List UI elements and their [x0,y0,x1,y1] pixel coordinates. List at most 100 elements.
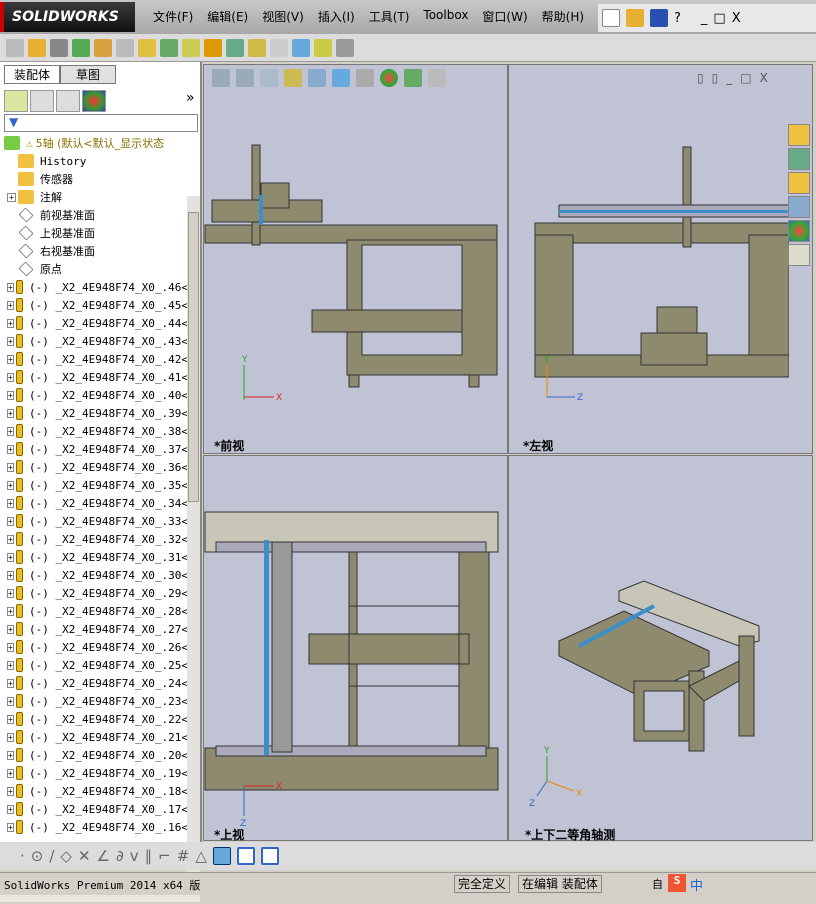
toolbar-tool-icon[interactable] [160,38,178,57]
component-item[interactable]: + (-) _X2_4E948F74_X0_.37< [2,440,188,458]
link-views-icon[interactable]: ▯ [697,71,704,85]
expand-icon[interactable]: + [7,498,14,508]
close-button[interactable]: X [760,71,768,85]
expand-icon[interactable]: + [7,516,14,526]
expand-icon[interactable]: + [7,480,14,490]
expand-icon[interactable]: + [7,570,14,580]
solidworks-logo[interactable]: SOLIDWORKS [0,2,135,32]
component-item[interactable]: + (-) _X2_4E948F74_X0_.39< [2,404,188,422]
restore-button[interactable]: □ [740,71,751,85]
component-item[interactable]: + (-) _X2_4E948F74_X0_.16< [2,818,188,836]
tree-item[interactable]: 右视基准面 [2,242,188,260]
toolbar-tool-icon[interactable] [292,38,310,57]
tree-item[interactable]: 前视基准面 [2,206,188,224]
menu-item[interactable]: 帮助(H) [535,8,591,25]
menu-item[interactable]: 视图(V) [255,8,311,25]
fillet-icon[interactable]: ∂ [116,847,124,865]
toolbar-tool-icon[interactable] [182,38,200,57]
component-item[interactable]: + (-) _X2_4E948F74_X0_.35< [2,476,188,494]
toolbar-tool-icon[interactable] [6,38,24,57]
toolbar-tool-icon[interactable] [248,38,266,57]
units-status[interactable]: 自 [652,876,663,892]
component-item[interactable]: + (-) _X2_4E948F74_X0_.20< [2,746,188,764]
viewport-isometric[interactable]: Y X Z *上下二等角轴测 [508,455,813,842]
tree-item[interactable]: 上视基准面 [2,224,188,242]
four-view-icon[interactable] [260,847,279,865]
expand-icon[interactable]: + [7,336,14,346]
angle-icon[interactable]: ∠ [97,847,110,865]
configuration-manager-icon[interactable] [56,90,80,112]
feature-manager-icon[interactable] [4,90,28,112]
expand-icon[interactable]: + [7,732,14,742]
viewport-top[interactable]: ZX *上视 [203,455,508,842]
expand-icon[interactable]: + [7,624,14,634]
expand-icon[interactable]: + [7,354,14,364]
component-item[interactable]: + (-) _X2_4E948F74_X0_.38< [2,422,188,440]
expand-icon[interactable]: + [7,192,16,202]
toolbar-tool-icon[interactable] [50,38,68,57]
help-icon[interactable]: ? [674,11,681,26]
toolbar-tool-icon[interactable] [226,38,244,57]
component-item[interactable]: + (-) _X2_4E948F74_X0_.17< [2,800,188,818]
component-item[interactable]: + (-) _X2_4E948F74_X0_.41< [2,368,188,386]
component-item[interactable]: + (-) _X2_4E948F74_X0_.44< [2,314,188,332]
expand-icon[interactable]: + [7,660,14,670]
appearances-icon[interactable] [788,220,810,242]
component-item[interactable]: + (-) _X2_4E948F74_X0_.36< [2,458,188,476]
tree-filter-input[interactable]: ▼ [4,114,198,132]
expand-icon[interactable]: + [7,804,14,814]
toolbar-tool-icon[interactable] [336,38,354,57]
expand-icon[interactable]: + [7,588,14,598]
menu-item[interactable]: 插入(I) [311,8,362,25]
tree-item[interactable]: History [2,152,188,170]
component-item[interactable]: + (-) _X2_4E948F74_X0_.30< [2,566,188,584]
expand-icon[interactable]: + [7,318,14,328]
viewport-left[interactable]: YZ *左视 ▯ ▯ _ □ X [508,64,813,454]
new-file-icon[interactable] [602,9,620,27]
minimize-button[interactable]: _ [726,71,732,85]
component-item[interactable]: + (-) _X2_4E948F74_X0_.40< [2,386,188,404]
grid-icon[interactable]: # [177,847,190,865]
tab-assembly[interactable]: 装配体 [4,65,60,84]
file-explorer-icon[interactable] [788,172,810,194]
component-item[interactable]: + (-) _X2_4E948F74_X0_.32< [2,530,188,548]
triangle-icon[interactable]: △ [195,847,207,865]
expand-panel-button[interactable]: » [186,90,195,112]
expand-icon[interactable]: + [7,696,14,706]
component-item[interactable]: + (-) _X2_4E948F74_X0_.22< [2,710,188,728]
toolbar-tool-icon[interactable] [116,38,134,57]
component-item[interactable]: + (-) _X2_4E948F74_X0_.31< [2,548,188,566]
expand-icon[interactable]: + [7,426,14,436]
menu-item[interactable]: 窗口(W) [475,8,534,25]
previous-view-icon[interactable] [260,69,278,87]
section-view-icon[interactable] [284,69,302,87]
point-icon[interactable]: · [20,847,25,865]
toolbar-tool-icon[interactable] [28,38,46,57]
restore-button[interactable]: □ [713,11,725,26]
appearance-icon[interactable] [380,69,398,87]
tab-sketch[interactable]: 草图 [60,65,116,84]
component-item[interactable]: + (-) _X2_4E948F74_X0_.26< [2,638,188,656]
view-palette-icon[interactable] [788,196,810,218]
toolbar-tool-icon[interactable] [138,38,156,57]
component-item[interactable]: + (-) _X2_4E948F74_X0_.27< [2,620,188,638]
tree-item[interactable]: 传感器 [2,170,188,188]
trim-icon[interactable]: ⅴ [130,847,139,865]
single-view-icon[interactable] [236,847,255,865]
component-item[interactable]: + (-) _X2_4E948F74_X0_.33< [2,512,188,530]
tree-root[interactable]: ⚠ 5轴 (默认<默认_显示状态 [2,134,188,152]
tree-item[interactable]: + 注解 [2,188,188,206]
scene-icon[interactable] [404,69,422,87]
component-item[interactable]: + (-) _X2_4E948F74_X0_.18< [2,782,188,800]
ime-language[interactable]: 中 [690,875,703,894]
home-icon[interactable] [788,124,810,146]
expand-icon[interactable]: + [7,552,14,562]
expand-icon[interactable]: + [7,408,14,418]
save-icon[interactable] [650,9,668,27]
expand-icon[interactable]: + [7,606,14,616]
component-item[interactable]: + (-) _X2_4E948F74_X0_.23< [2,692,188,710]
expand-icon[interactable]: + [7,462,14,472]
expand-icon[interactable]: + [7,444,14,454]
component-item[interactable]: + (-) _X2_4E948F74_X0_.21< [2,728,188,746]
cross-icon[interactable]: ✕ [78,847,91,865]
